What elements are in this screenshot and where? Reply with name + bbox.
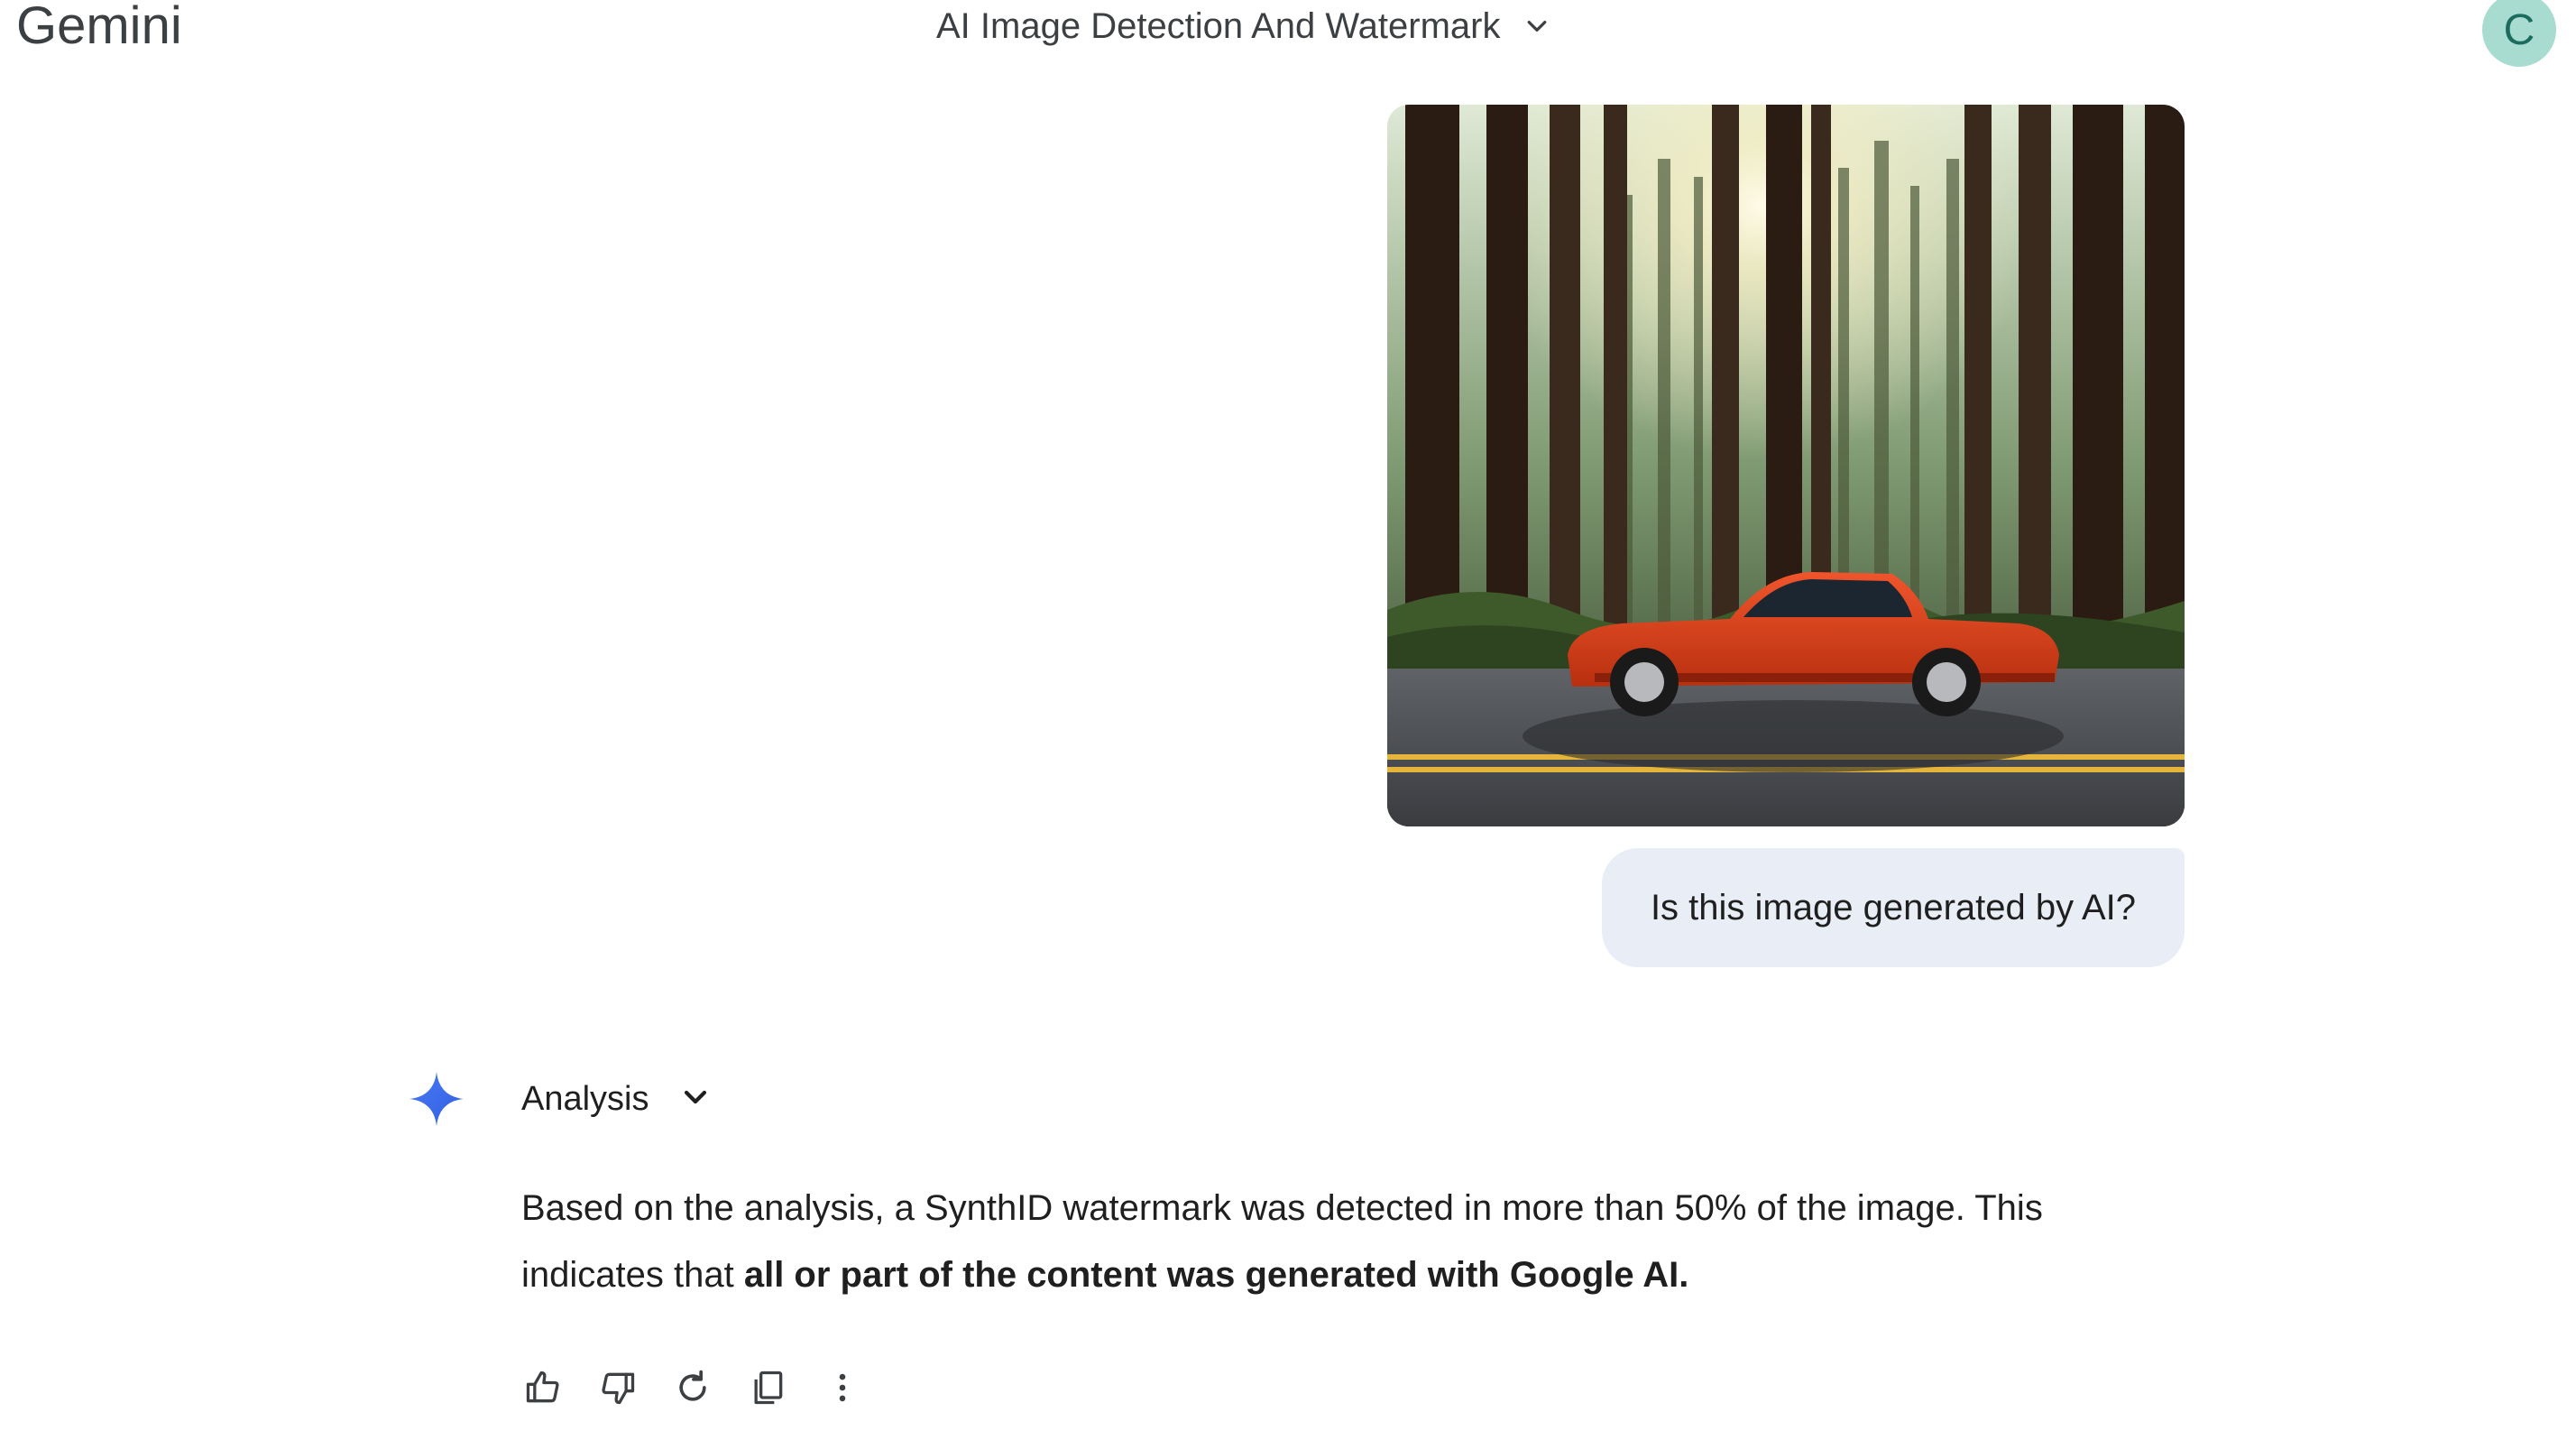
- gemini-sparkle-icon: [408, 1070, 465, 1132]
- regenerate-icon: [673, 1368, 713, 1407]
- thumbs-up-button[interactable]: [521, 1364, 565, 1411]
- response-text-bold: all or part of the content was generated…: [743, 1255, 1689, 1295]
- response-text: Based on the analysis, a SynthID waterma…: [521, 1175, 2145, 1308]
- conversation-title-dropdown[interactable]: AI Image Detection And Watermark: [936, 4, 1550, 49]
- chevron-down-icon: [680, 1082, 711, 1117]
- regenerate-button[interactable]: [671, 1364, 714, 1411]
- analysis-label: Analysis: [521, 1080, 649, 1118]
- chevron-down-icon: [1523, 13, 1550, 40]
- copy-icon: [748, 1368, 787, 1407]
- response-actions: [521, 1364, 896, 1411]
- gemini-logo-text[interactable]: Gemini: [16, 0, 182, 52]
- copy-button[interactable]: [746, 1364, 789, 1411]
- gemini-chat-page: Gemini AI Image Detection And Watermark …: [0, 0, 2576, 1449]
- more-options-button[interactable]: [821, 1364, 864, 1411]
- more-vert-icon: [823, 1368, 862, 1407]
- thumbs-down-button[interactable]: [596, 1364, 639, 1411]
- user-prompt-bubble: Is this image generated by AI?: [1602, 848, 2185, 967]
- thumbs-down-icon: [598, 1368, 638, 1407]
- thumbs-up-icon: [523, 1368, 563, 1407]
- analysis-dropdown[interactable]: Analysis: [521, 1075, 711, 1122]
- account-avatar[interactable]: C: [2482, 0, 2556, 67]
- uploaded-image[interactable]: [1387, 105, 2185, 826]
- conversation-title: AI Image Detection And Watermark: [936, 6, 1501, 46]
